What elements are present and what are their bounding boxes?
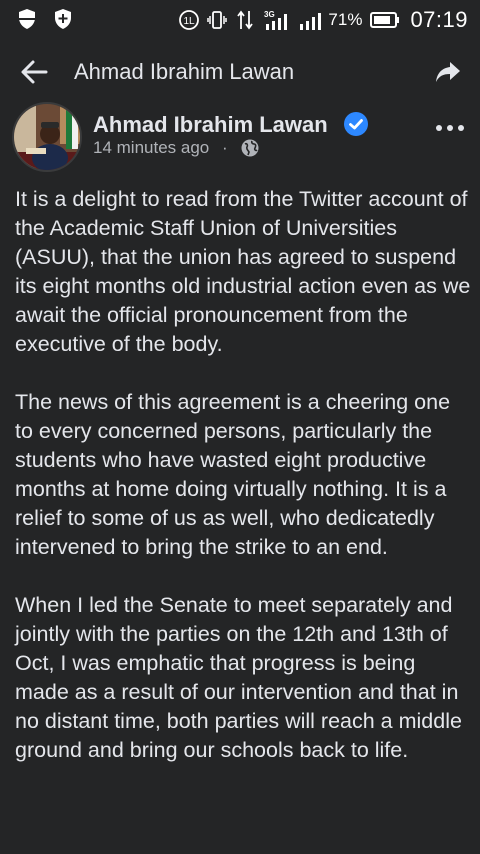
post-paragraph: It is a delight to read from the Twitter… [15, 187, 471, 356]
status-clock: 07:19 [410, 7, 468, 32]
share-button[interactable] [434, 58, 462, 86]
arrow-left-icon [21, 60, 48, 84]
data-transfer-icon [234, 9, 256, 31]
app-bar: Ahmad Ibrahim Lawan [0, 38, 480, 104]
shield-plus-icon [52, 8, 74, 30]
battery-icon [370, 9, 400, 31]
sim-1-icon: 1L [178, 9, 200, 31]
post-timestamp[interactable]: 14 minutes ago [93, 138, 209, 158]
svg-text:3G: 3G [264, 10, 275, 19]
status-bar: 1L 3G 71% 07:19 [0, 0, 480, 38]
page-title: Ahmad Ibrahim Lawan [74, 59, 295, 84]
signal-3g-icon: 3G [262, 9, 292, 31]
post-body: It is a delight to read from the Twitter… [15, 185, 471, 794]
more-dots-icon [436, 125, 464, 131]
vibrate-icon [206, 9, 228, 31]
battery-percent: 71% [328, 10, 363, 29]
globe-icon [240, 138, 260, 158]
profile-photo [14, 104, 80, 170]
author-name[interactable]: Ahmad Ibrahim Lawan [93, 112, 328, 138]
meta-separator: · [222, 138, 228, 157]
verified-badge-icon [343, 111, 369, 137]
share-arrow-icon [436, 62, 460, 82]
shield-icon [16, 8, 38, 30]
more-options-button[interactable] [434, 118, 466, 138]
back-button[interactable] [18, 56, 50, 88]
post-paragraph: The news of this agreement is a cheering… [15, 390, 451, 559]
signal-icon [298, 9, 322, 31]
post-paragraph: When I led the Senate to meet separately… [15, 593, 462, 762]
svg-text:1L: 1L [184, 16, 196, 27]
author-avatar[interactable] [12, 102, 82, 172]
